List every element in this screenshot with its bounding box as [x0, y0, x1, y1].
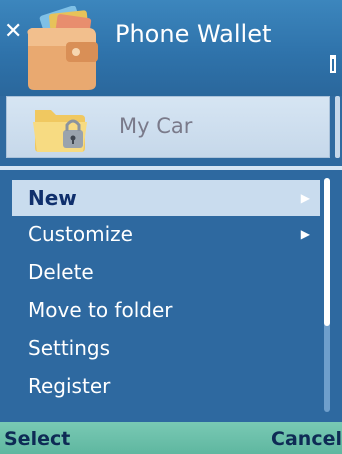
menu-item-move-to-folder[interactable]: Move to folder [12, 292, 320, 328]
close-icon[interactable]: ✕ [4, 21, 24, 43]
list-scrollbar[interactable] [335, 96, 340, 158]
menu-item-new[interactable]: New ▶ [12, 180, 320, 216]
folder-item-my-car[interactable]: My Car [6, 96, 330, 158]
locked-folder-icon [33, 110, 87, 152]
menu-item-delete[interactable]: Delete [12, 254, 320, 290]
submenu-arrow-icon: ▶ [300, 227, 310, 241]
menu-item-register[interactable]: Register [12, 368, 320, 404]
menu-item-settings[interactable]: Settings [12, 330, 320, 366]
menu-item-label: Register [28, 374, 111, 398]
menu-item-label: Customize [28, 222, 133, 246]
menu-scrollbar-thumb[interactable] [324, 178, 330, 326]
menu-item-customize[interactable]: Customize ▶ [12, 216, 320, 252]
options-menu: New ▶ Customize ▶ Delete Move to folder … [0, 166, 342, 422]
app-title: Phone Wallet [115, 20, 272, 48]
title-bar: ✕ Phone Wallet [0, 0, 342, 96]
menu-item-label: Delete [28, 260, 94, 284]
folder-label: My Car [119, 114, 193, 138]
menu-item-label: Settings [28, 336, 111, 360]
select-softkey[interactable]: Select [4, 424, 70, 454]
cancel-softkey[interactable]: Cancel [271, 424, 342, 454]
softkey-bar: Select Cancel [0, 422, 342, 454]
wallet-icon [27, 6, 98, 90]
menu-item-label: New [28, 186, 77, 210]
menu-item-label: Move to folder [28, 298, 173, 322]
battery-icon [330, 55, 336, 73]
submenu-arrow-icon: ▶ [300, 191, 310, 205]
